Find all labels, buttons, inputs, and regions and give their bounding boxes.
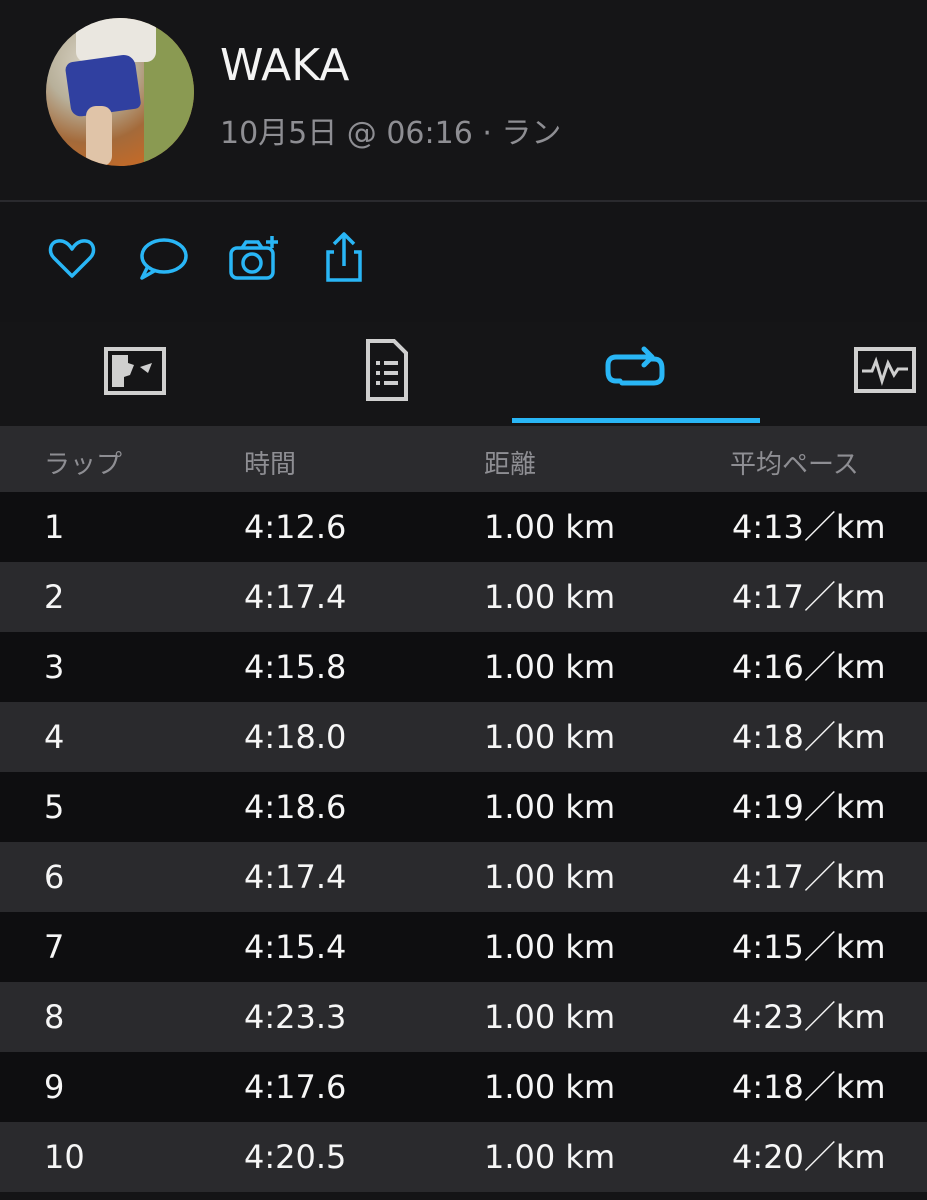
table-row[interactable]: 5 4:18.6 1.00 km 4:19／km (0, 772, 927, 842)
lap-distance: 1.00 km (484, 508, 616, 546)
lap-number: 3 (44, 648, 65, 686)
lap-avg-pace: 4:19／km (732, 788, 886, 826)
lap-distance: 1.00 km (484, 858, 616, 896)
tab-analysis[interactable] (840, 330, 927, 410)
lap-time: 4:18.0 (244, 718, 347, 756)
tab-map[interactable] (90, 330, 180, 410)
lap-time: 4:17.4 (244, 858, 347, 896)
lap-distance: 1.00 km (484, 578, 616, 616)
active-tab-indicator (512, 418, 760, 423)
athlete-name[interactable]: WAKA (220, 40, 349, 91)
lap-distance: 1.00 km (484, 1138, 616, 1176)
lap-avg-pace: 4:18／km (732, 718, 886, 756)
lap-number: 4 (44, 718, 65, 756)
lap-number: 10 (44, 1138, 85, 1176)
lap-time: 4:17.6 (244, 1068, 347, 1106)
lap-number: 5 (44, 788, 65, 826)
chart-icon (854, 347, 916, 393)
table-row[interactable]: 3 4:15.8 1.00 km 4:16／km (0, 632, 927, 702)
lap-number: 1 (44, 508, 65, 546)
header-lap: ラップ (44, 450, 123, 480)
map-icon (104, 347, 166, 395)
lap-number: 6 (44, 858, 65, 896)
lap-avg-pace: 4:13／km (732, 508, 886, 546)
lap-number: 8 (44, 998, 65, 1036)
header-avg-pace: 平均ペース (730, 450, 859, 480)
avatar[interactable] (46, 18, 194, 166)
tab-summary[interactable] (340, 330, 430, 410)
laps-icon (605, 346, 665, 386)
lap-time: 4:20.5 (244, 1138, 347, 1176)
lap-avg-pace: 4:17／km (732, 578, 886, 616)
document-icon (366, 339, 408, 401)
comment-button[interactable] (134, 230, 190, 286)
lap-number: 2 (44, 578, 65, 616)
lap-time: 4:17.4 (244, 578, 347, 616)
lap-number: 9 (44, 1068, 65, 1106)
table-row[interactable]: 1 4:12.6 1.00 km 4:13／km (0, 492, 927, 562)
table-row[interactable]: 8 4:23.3 1.00 km 4:23／km (0, 982, 927, 1052)
lap-avg-pace: 4:20／km (732, 1138, 886, 1176)
lap-distance: 1.00 km (484, 998, 616, 1036)
share-icon (326, 232, 362, 282)
heart-icon (48, 239, 96, 278)
lap-distance: 1.00 km (484, 718, 616, 756)
table-row[interactable]: 2 4:17.4 1.00 km 4:17／km (0, 562, 927, 632)
comment-icon (140, 238, 188, 280)
activity-subtitle: 10月5日 @ 06:16 · ラン (220, 116, 562, 151)
header-time: 時間 (244, 450, 297, 480)
avatar-leg (86, 106, 112, 166)
tab-laps[interactable] (590, 330, 680, 410)
lap-time: 4:15.4 (244, 928, 347, 966)
table-row[interactable]: 6 4:17.4 1.00 km 4:17／km (0, 842, 927, 912)
lap-time: 4:15.8 (244, 648, 347, 686)
table-row[interactable]: 10 4:20.5 1.00 km 4:20／km (0, 1122, 927, 1192)
table-row[interactable]: 4 4:18.0 1.00 km 4:18／km (0, 702, 927, 772)
table-row[interactable]: 9 4:17.6 1.00 km 4:18／km (0, 1052, 927, 1122)
lap-time: 4:12.6 (244, 508, 347, 546)
lap-avg-pace: 4:18／km (732, 1068, 886, 1106)
add-photo-button[interactable] (226, 230, 282, 286)
lap-distance: 1.00 km (484, 928, 616, 966)
lap-avg-pace: 4:16／km (732, 648, 886, 686)
header-distance: 距離 (484, 450, 537, 480)
lap-distance: 1.00 km (484, 648, 616, 686)
share-button[interactable] (316, 230, 372, 286)
table-row[interactable]: 7 4:15.4 1.00 km 4:15／km (0, 912, 927, 982)
lap-avg-pace: 4:23／km (732, 998, 886, 1036)
lap-avg-pace: 4:17／km (732, 858, 886, 896)
like-button[interactable] (44, 230, 100, 286)
lap-avg-pace: 4:15／km (732, 928, 886, 966)
add-photo-icon (229, 236, 278, 280)
lap-distance: 1.00 km (484, 788, 616, 826)
lap-distance: 1.00 km (484, 1068, 616, 1106)
lap-time: 4:18.6 (244, 788, 347, 826)
lap-time: 4:23.3 (244, 998, 347, 1036)
lap-number: 7 (44, 928, 65, 966)
